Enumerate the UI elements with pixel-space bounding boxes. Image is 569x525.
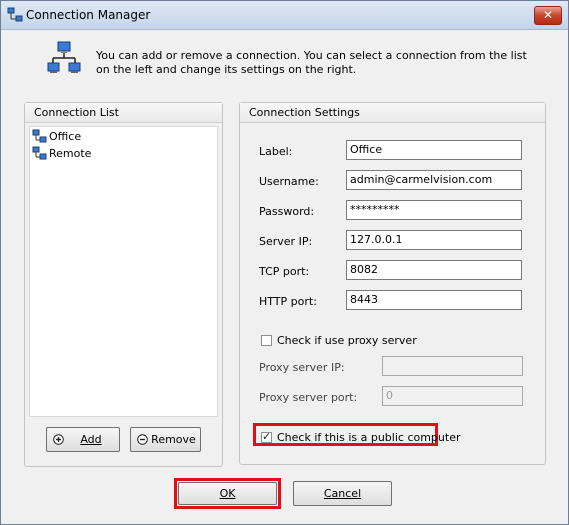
- cancel-button[interactable]: Cancel: [293, 481, 392, 506]
- tcp-port-label: TCP port:: [259, 265, 310, 278]
- http-port-field[interactable]: 8443: [346, 290, 522, 310]
- network-computers-icon: [7, 7, 23, 22]
- connection-list-group: Connection List Office Remote Add Remove: [24, 102, 223, 467]
- list-item-label: Office: [49, 130, 82, 143]
- connection-manager-window: Connection Manager ✕ You can add or remo…: [0, 0, 569, 525]
- password-label: Password:: [259, 205, 315, 218]
- proxy-port-field[interactable]: 0: [382, 386, 523, 406]
- connection-settings-header: Connection Settings: [240, 103, 545, 123]
- close-button[interactable]: ✕: [534, 6, 562, 25]
- list-item-label: Remote: [49, 147, 92, 160]
- http-port-label: HTTP port:: [259, 295, 317, 308]
- list-item[interactable]: Remote: [32, 146, 91, 162]
- connection-list-header: Connection List: [25, 103, 222, 123]
- cancel-label: Cancel: [323, 487, 362, 500]
- password-field[interactable]: *********: [346, 200, 522, 220]
- proxy-ip-field[interactable]: [382, 356, 523, 376]
- proxy-checkbox-label: Check if use proxy server: [277, 334, 417, 347]
- remove-button[interactable]: Remove: [130, 427, 201, 452]
- server-ip-label: Server IP:: [259, 235, 313, 248]
- minus-circle-icon: [137, 434, 148, 445]
- proxy-port-label: Proxy server port:: [259, 391, 358, 404]
- ok-label: OK: [219, 487, 236, 500]
- proxy-ip-label: Proxy server IP:: [259, 361, 345, 374]
- close-icon: ✕: [542, 8, 554, 22]
- public-computer-checkbox[interactable]: [261, 430, 272, 443]
- proxy-checkbox[interactable]: [261, 335, 272, 346]
- plus-circle-icon: [53, 434, 64, 445]
- label-field[interactable]: Office: [346, 140, 522, 160]
- username-field[interactable]: admin@carmelvision.com: [346, 170, 522, 190]
- public-computer-label: Check if this is a public computer: [277, 431, 461, 444]
- add-label: Add: [80, 433, 102, 446]
- network-computers-icon: [47, 41, 81, 73]
- window-title: Connection Manager: [26, 8, 151, 22]
- ok-button[interactable]: OK: [178, 482, 277, 505]
- username-label: Username:: [259, 175, 319, 188]
- list-item[interactable]: Office: [32, 129, 81, 145]
- instructions-text: You can add or remove a connection. You …: [96, 49, 527, 76]
- connection-icon: [32, 129, 47, 143]
- tcp-port-field[interactable]: 8082: [346, 260, 522, 280]
- server-ip-field[interactable]: 127.0.0.1: [346, 230, 522, 250]
- title-bar: Connection Manager ✕: [1, 1, 568, 30]
- connection-list[interactable]: Office Remote: [29, 126, 218, 417]
- dialog-body: You can add or remove a connection. You …: [7, 30, 562, 518]
- add-button[interactable]: Add: [46, 427, 120, 452]
- connection-icon: [32, 146, 47, 160]
- label-label: Label:: [259, 145, 293, 158]
